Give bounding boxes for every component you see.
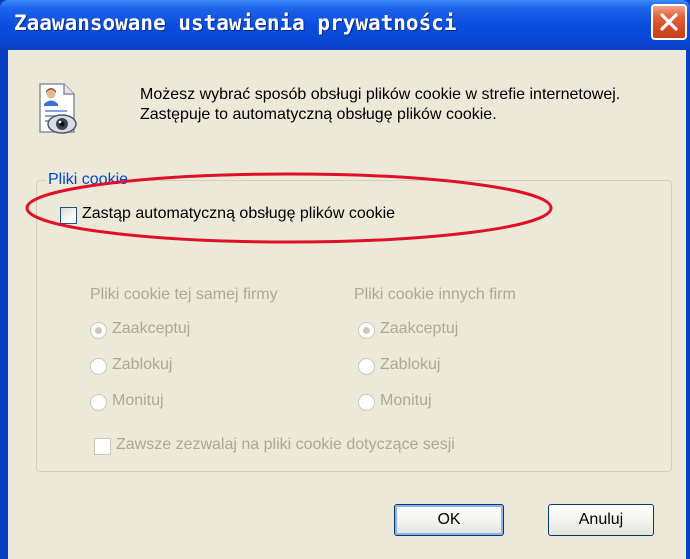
radio-selected-dot (363, 327, 370, 334)
radio-label[interactable]: Monituj (380, 392, 432, 410)
close-icon (660, 13, 678, 31)
dialog-body: Możesz wybrać sposób obsługi plików cook… (8, 50, 686, 559)
radio-button[interactable] (358, 322, 375, 339)
session-label[interactable]: Zawsze zezwalaj na pliki cookie dotycząc… (116, 436, 455, 454)
radio-button[interactable] (90, 322, 107, 339)
ok-button[interactable]: OK (394, 504, 504, 536)
cancel-button[interactable]: Anuluj (548, 504, 654, 536)
radio-button[interactable] (358, 394, 375, 411)
window-title: Zaawansowane ustawienia prywatności (14, 11, 457, 35)
third-party-heading: Pliki cookie innych firm (354, 286, 516, 303)
radio-button[interactable] (90, 394, 107, 411)
description-text: Możesz wybrać sposób obsługi plików cook… (140, 86, 621, 123)
radio-label[interactable]: Monituj (112, 392, 164, 410)
privacy-document-eye-icon (39, 83, 77, 134)
radio-label[interactable]: Zablokuj (112, 356, 172, 374)
radio-selected-dot (95, 327, 102, 334)
session-checkbox[interactable] (94, 438, 111, 455)
radio-label[interactable]: Zaakceptuj (380, 320, 458, 338)
first-party-heading: Pliki cookie tej samej firmy (90, 286, 278, 303)
title-bar[interactable]: Zaawansowane ustawienia prywatności (0, 0, 690, 50)
radio-button[interactable] (90, 358, 107, 375)
highlight-ellipse (25, 172, 553, 244)
radio-button[interactable] (358, 358, 375, 375)
close-button[interactable] (651, 4, 687, 40)
radio-label[interactable]: Zaakceptuj (112, 320, 190, 338)
dialog-window: Zaawansowane ustawienia prywatności Może… (0, 0, 690, 559)
radio-label[interactable]: Zablokuj (380, 356, 440, 374)
